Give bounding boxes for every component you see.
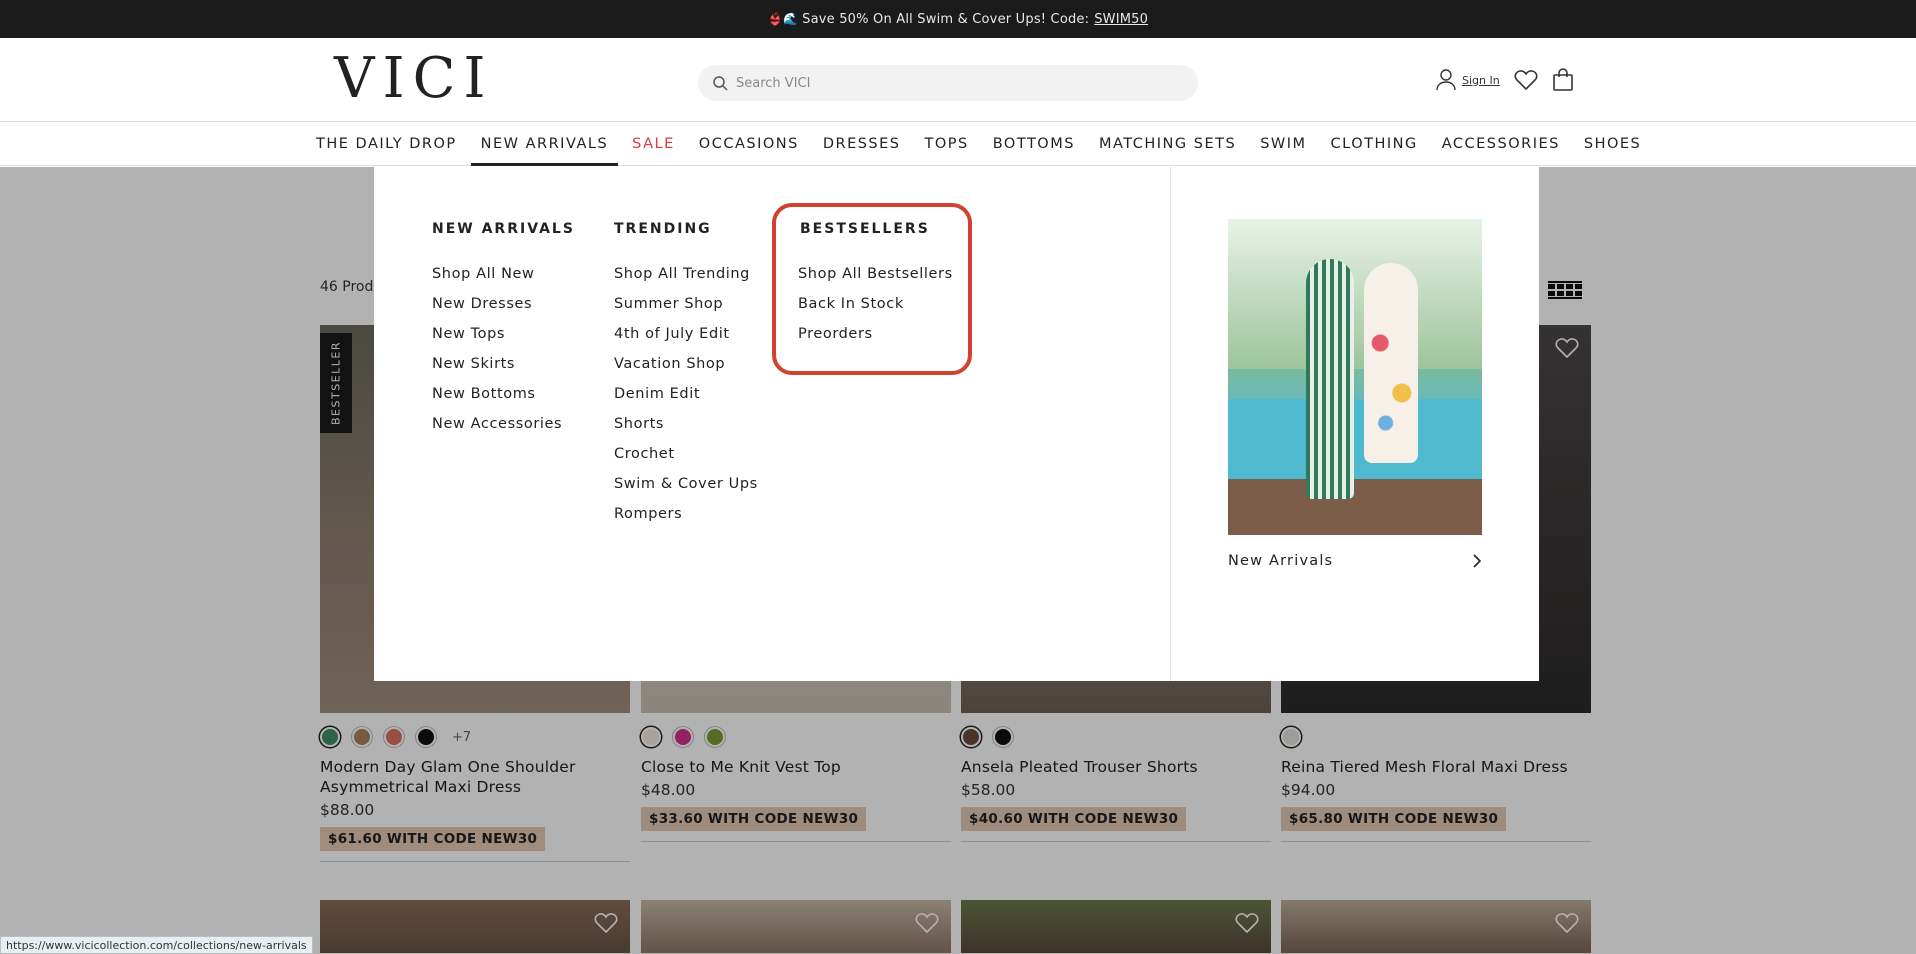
menu-column-new-arrivals: NEW ARRIVALS Shop All New New Dresses Ne… — [432, 221, 575, 439]
promo-text: Save 50% On All Swim & Cover Ups! Code: — [802, 11, 1090, 27]
menu-link[interactable]: Summer Shop — [614, 289, 758, 319]
menu-link[interactable]: New Accessories — [432, 409, 575, 439]
new-arrivals-promo-image[interactable] — [1228, 219, 1482, 535]
promo-link-label: New Arrivals — [1228, 553, 1334, 569]
shopping-bag-icon[interactable] — [1552, 68, 1574, 92]
menu-link[interactable]: Crochet — [614, 439, 758, 469]
menu-link[interactable]: Shop All Trending — [614, 259, 758, 289]
menu-link[interactable]: New Skirts — [432, 349, 575, 379]
menu-link[interactable]: Shop All New — [432, 259, 575, 289]
promo-image-model-striped-dress — [1306, 259, 1354, 499]
menu-link[interactable]: New Tops — [432, 319, 575, 349]
nav-item-tops[interactable]: TOPS — [925, 122, 969, 166]
search-icon — [713, 76, 728, 91]
nav-item-swim[interactable]: SWIM — [1260, 122, 1306, 166]
browser-status-url: https://www.vicicollection.com/collectio… — [0, 936, 313, 954]
menu-link[interactable]: Swim & Cover Ups — [614, 469, 758, 499]
chevron-right-icon — [1473, 554, 1482, 568]
promo-image-pool — [1228, 399, 1482, 479]
site-logo[interactable]: VICI — [334, 48, 494, 110]
nav-item-shoes[interactable]: SHOES — [1584, 122, 1641, 166]
promo-code-link[interactable]: SWIM50 — [1094, 12, 1148, 27]
search-input[interactable] — [736, 75, 1176, 91]
header-actions: Sign In — [1436, 68, 1574, 92]
menu-link[interactable]: New Dresses — [432, 289, 575, 319]
bestsellers-highlight-box — [772, 203, 972, 375]
menu-link[interactable]: 4th of July Edit — [614, 319, 758, 349]
promo-image-model-floral-dress — [1364, 263, 1418, 463]
menu-column-trending: TRENDING Shop All Trending Summer Shop 4… — [614, 221, 758, 529]
promo-image-palms — [1228, 219, 1482, 369]
promo-bar: 👙🌊 Save 50% On All Swim & Cover Ups! Cod… — [0, 0, 1916, 38]
menu-heading[interactable]: NEW ARRIVALS — [432, 221, 575, 237]
nav-item-dresses[interactable]: DRESSES — [823, 122, 901, 166]
wishlist-heart-icon[interactable] — [1514, 69, 1538, 91]
search-bar[interactable] — [698, 65, 1198, 101]
menu-link[interactable]: Vacation Shop — [614, 349, 758, 379]
menu-link[interactable]: Shorts — [614, 409, 758, 439]
nav-item-bottoms[interactable]: BOTTOMS — [993, 122, 1075, 166]
nav-item-accessories[interactable]: ACCESSORIES — [1442, 122, 1560, 166]
menu-link[interactable]: Denim Edit — [614, 379, 758, 409]
nav-item-matching-sets[interactable]: MATCHING SETS — [1099, 122, 1236, 166]
sign-in-link[interactable]: Sign In — [1462, 74, 1500, 87]
menu-link[interactable]: Rompers — [614, 499, 758, 529]
nav-item-clothing[interactable]: CLOTHING — [1331, 122, 1418, 166]
main-navigation: THE DAILY DROP NEW ARRIVALS SALE OCCASIO… — [0, 122, 1916, 166]
site-header: VICI Sign In — [0, 38, 1916, 122]
nav-item-daily-drop[interactable]: THE DAILY DROP — [316, 122, 457, 166]
menu-link[interactable]: New Bottoms — [432, 379, 575, 409]
nav-item-occasions[interactable]: OCCASIONS — [699, 122, 799, 166]
swim-emoji-icon: 👙🌊 — [767, 12, 799, 26]
user-icon[interactable] — [1436, 69, 1456, 91]
menu-divider — [1170, 167, 1171, 681]
menu-heading[interactable]: TRENDING — [614, 221, 758, 237]
nav-item-sale[interactable]: SALE — [632, 122, 675, 166]
nav-item-new-arrivals[interactable]: NEW ARRIVALS — [470, 122, 618, 166]
new-arrivals-promo-link[interactable]: New Arrivals — [1228, 553, 1482, 569]
promo-image-deck — [1228, 479, 1482, 535]
new-arrivals-mega-menu: NEW ARRIVALS Shop All New New Dresses Ne… — [374, 167, 1539, 681]
